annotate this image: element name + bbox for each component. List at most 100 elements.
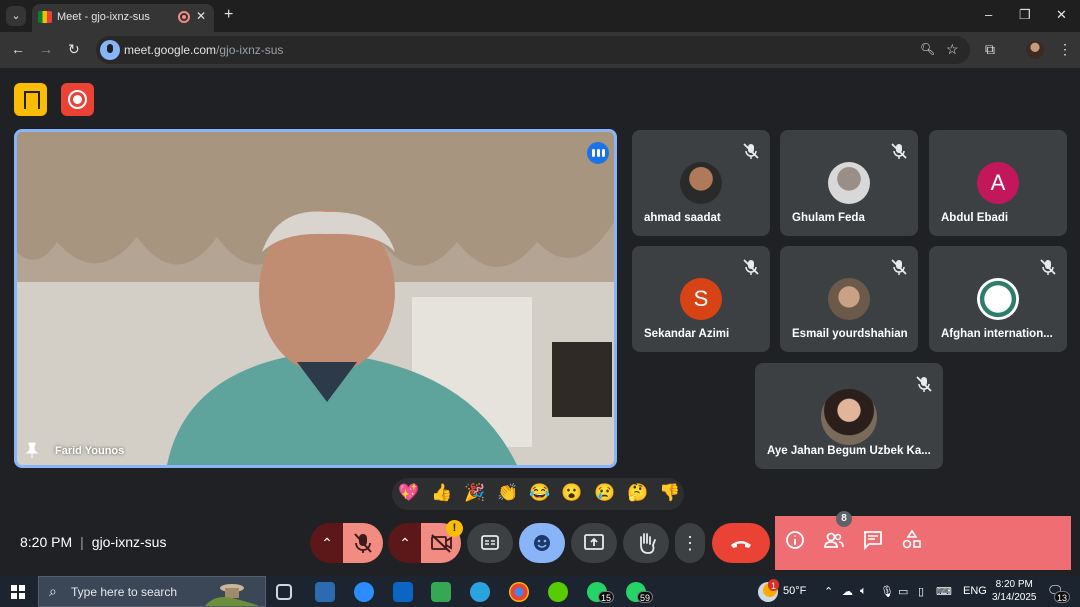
activities-icon[interactable] (901, 529, 923, 551)
captions-icon (481, 535, 499, 550)
main-speaker-tile[interactable]: Farid Younos (14, 129, 617, 468)
restore-button[interactable]: ❐ (1019, 7, 1031, 23)
battery-icon[interactable]: ▯ (918, 585, 924, 598)
people-icon[interactable] (823, 529, 845, 551)
language-indicator[interactable]: ENG (963, 585, 987, 597)
mic-off-icon (743, 143, 759, 159)
telegram-icon[interactable] (470, 582, 490, 602)
windows-taskbar: ⌕ Type here to search 15 59 1 50°F ⌃ ☁ 🔈… (0, 576, 1080, 607)
audio-options-chevron-icon[interactable]: ⌃ (310, 523, 344, 563)
forward-arrow-icon[interactable]: → (39, 41, 53, 57)
participant-tile[interactable]: Esmail yourdshahian (780, 246, 918, 352)
participant-name: Afghan internation... (941, 328, 1053, 340)
meeting-info-icon[interactable] (784, 529, 806, 551)
participant-tile[interactable]: A Abdul Ebadi (929, 130, 1067, 236)
camera-warning-badge: ! (446, 520, 463, 537)
speaker-video (17, 132, 614, 465)
reaction-heart[interactable]: 💖 (398, 483, 419, 503)
raise-hand-button[interactable] (623, 523, 669, 563)
participant-name: Esmail yourdshahian (792, 328, 908, 340)
participant-name: Ghulam Feda (792, 212, 865, 224)
mic-off-icon (891, 143, 907, 159)
browser-toolbar: ← → ↻ meet.google.com/gjo-ixnz-sus 🔍︎ ☆ … (0, 32, 1080, 68)
taskbar-clock[interactable]: 8:20 PM 3/14/2025 (992, 578, 1037, 604)
participant-tile[interactable]: S Sekandar Azimi (632, 246, 770, 352)
video-options-chevron-icon[interactable]: ⌃ (388, 523, 422, 563)
onedrive-cloud-icon[interactable]: ☁ (842, 585, 853, 598)
reaction-thumbs-down[interactable]: 👎 (659, 483, 680, 503)
emoji-reactions-button[interactable] (519, 523, 565, 563)
tab-search-button[interactable]: ⌄ (6, 6, 26, 26)
microsoft-store-icon[interactable] (315, 582, 335, 602)
mic-off-icon (891, 259, 907, 275)
network-icon[interactable]: ▭ (898, 585, 908, 598)
meeting-code: gjo-ixnz-sus (91, 534, 167, 550)
speaking-indicator-icon (587, 142, 609, 164)
captions-button[interactable] (467, 523, 513, 563)
participant-name: Aye Jahan Begum Uzbek Ka... (767, 445, 931, 457)
linkedin-icon[interactable] (393, 582, 413, 602)
windows-start-icon[interactable] (11, 585, 25, 599)
profile-avatar[interactable] (1026, 41, 1044, 59)
tray-overflow-chevron-icon[interactable]: ⌃ (824, 585, 833, 598)
zoom-icon[interactable]: 🔍︎ (920, 42, 935, 56)
duolingo-icon[interactable] (548, 582, 568, 602)
organization-logo-avatar (977, 278, 1019, 320)
leave-call-button[interactable] (712, 523, 770, 563)
chat-icon[interactable] (862, 529, 884, 551)
keyboard-icon[interactable]: ⌨ (936, 585, 952, 598)
whatsapp-business-badge: 59 (637, 591, 654, 603)
mic-off-icon (916, 376, 932, 392)
task-view-icon[interactable] (276, 584, 292, 600)
address-bar[interactable]: meet.google.com/gjo-ixnz-sus 🔍︎ ☆ (96, 36, 970, 64)
extensions-puzzle-icon[interactable]: ⧉ (985, 41, 995, 58)
participant-tile[interactable]: Aye Jahan Begum Uzbek Ka... (755, 363, 943, 469)
weather-temperature[interactable]: 50°F (783, 585, 806, 597)
tab-close-icon[interactable]: ✕ (196, 9, 206, 23)
reaction-sad[interactable]: 😢 (594, 483, 615, 503)
google-classroom-icon[interactable] (431, 582, 451, 602)
mic-toggle-button[interactable] (343, 523, 383, 563)
browser-tab[interactable]: Meet - gjo-ixnz-sus ✕ (32, 4, 214, 32)
whatsapp-badge: 15 (598, 591, 615, 603)
search-placeholder: Type here to search (71, 585, 178, 599)
hangup-phone-icon (731, 541, 751, 548)
zoom-app-icon[interactable] (354, 582, 374, 602)
reaction-surprised[interactable]: 😮 (561, 483, 582, 503)
taskbar-date: 3/14/2025 (992, 592, 1037, 603)
pin-icon[interactable] (25, 442, 39, 458)
emoji-icon (534, 535, 550, 551)
participant-avatar (680, 162, 722, 204)
microphone-tray-icon[interactable]: 🎙︎ (880, 585, 894, 598)
bookmark-star-icon[interactable]: ☆ (946, 41, 959, 58)
chrome-taskbar-icon[interactable] (509, 582, 529, 602)
back-arrow-icon[interactable]: ← (11, 41, 25, 57)
participant-tile[interactable]: Ghulam Feda (780, 130, 918, 236)
more-options-icon[interactable]: ⋮ (675, 523, 705, 563)
reaction-clap[interactable]: 👏 (497, 483, 518, 503)
participant-tile[interactable]: ahmad saadat (632, 130, 770, 236)
reaction-thinking[interactable]: 🤔 (627, 483, 648, 503)
recording-button[interactable] (61, 83, 94, 116)
reaction-laugh[interactable]: 😂 (529, 483, 550, 503)
volume-icon[interactable]: 🔈︎ (860, 585, 867, 598)
meeting-details: 8:20 PM | gjo-ixnz-sus (20, 534, 166, 550)
present-screen-button[interactable] (571, 523, 617, 563)
host-controls-button[interactable] (14, 83, 47, 116)
reload-icon[interactable]: ↻ (68, 41, 80, 58)
mic-off-icon (1040, 259, 1056, 275)
close-window-button[interactable]: ✕ (1056, 7, 1067, 23)
minimize-button[interactable]: – (985, 7, 992, 22)
reactions-bar: 💖 👍 🎉 👏 😂 😮 😢 🤔 👎 (392, 478, 684, 510)
reaction-thumbs-up[interactable]: 👍 (431, 483, 452, 503)
taskbar-search-box[interactable]: ⌕ Type here to search (38, 576, 266, 607)
participant-avatar (821, 389, 877, 445)
new-tab-button[interactable]: + (224, 6, 233, 24)
reaction-party[interactable]: 🎉 (464, 483, 485, 503)
people-count-badge: 8 (836, 511, 852, 527)
browser-tab-bar: ⌄ Meet - gjo-ixnz-sus ✕ + – ❐ ✕ (0, 0, 1080, 32)
chrome-menu-icon[interactable]: ⋮ (1058, 41, 1072, 58)
site-info-mic-icon[interactable] (100, 40, 120, 60)
participant-tile[interactable]: Afghan internation... (929, 246, 1067, 352)
url-path: /gjo-ixnz-sus (216, 43, 284, 57)
